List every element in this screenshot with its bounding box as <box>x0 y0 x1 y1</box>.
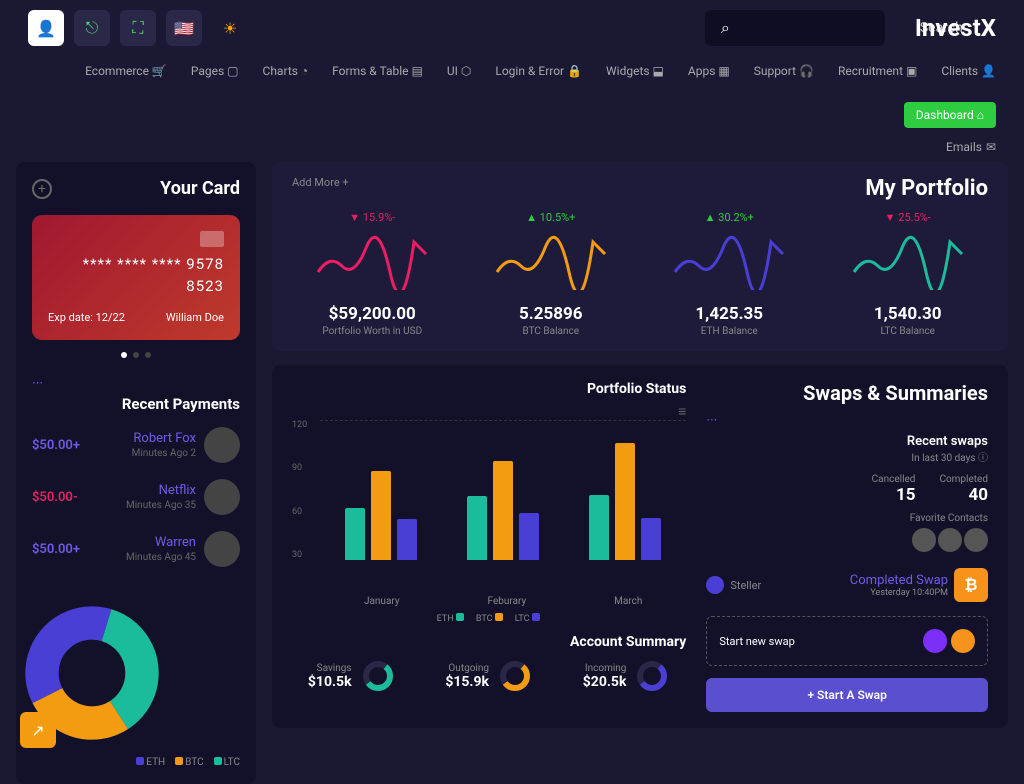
nav-apps[interactable]: Apps ▦ <box>688 64 730 78</box>
sparkline <box>491 230 611 290</box>
sparkline <box>312 230 432 290</box>
avatar[interactable] <box>912 528 936 552</box>
corner-action-button[interactable]: ↗ <box>20 712 56 748</box>
swaps-title: Swaps & Summaries <box>706 381 988 405</box>
bar[interactable] <box>467 496 487 560</box>
card-exp: Exp date: 12/22 <box>48 311 125 324</box>
nav-widgets[interactable]: Widgets ⬓ <box>606 64 664 78</box>
portfolio-item[interactable]: ▲ 10.5%+5.25896BTC Balance <box>471 211 632 337</box>
card-extra: 8523 <box>48 277 224 295</box>
brand-logo: InvestX <box>915 14 996 42</box>
fav-contacts-label: Favorite Contacts <box>706 513 988 524</box>
card-number: **** **** **** 9578 <box>48 255 224 273</box>
bitcoin-icon: ₿ <box>954 568 988 602</box>
eth-icon <box>923 629 947 653</box>
bar-group <box>589 443 661 560</box>
card-name: William Doe <box>166 311 224 324</box>
stat: Completed40 <box>939 474 988 505</box>
payment-row[interactable]: $50.00+Robert FoxMinutes Ago 2 <box>32 427 240 463</box>
new-swap-box[interactable]: Start new swap <box>706 616 988 666</box>
nav-forms-table[interactable]: Forms & Table ▤ <box>332 64 423 78</box>
add-card-icon[interactable]: + <box>32 179 52 199</box>
mini-donut <box>360 658 396 694</box>
bar[interactable] <box>493 461 513 560</box>
btc-icon <box>951 629 975 653</box>
nav-ui[interactable]: UI ⬡ <box>447 64 472 78</box>
portfolio-item[interactable]: ▲ 30.2%+1,425.35ETH Balance <box>649 211 810 337</box>
sparkline <box>669 230 789 290</box>
payment-row[interactable]: $50.00+WarrenMinutes Ago 45 <box>32 531 240 567</box>
nav-dashboard[interactable]: Dashboard ⌂ <box>904 102 996 128</box>
search-icon: ⌕ <box>721 18 730 38</box>
bar[interactable] <box>615 443 635 560</box>
bar[interactable] <box>589 495 609 560</box>
portfolio-item[interactable]: ▼ 15.9%-$59,200.00Portfolio Worth in USD <box>292 211 453 337</box>
search-box[interactable]: ⌕ Search <box>705 10 885 46</box>
card-chip-icon <box>200 231 224 247</box>
bar[interactable] <box>641 518 661 560</box>
start-swap-button[interactable]: + Start A Swap <box>706 678 988 712</box>
nav-pages[interactable]: Pages ▢ <box>191 64 239 78</box>
bar[interactable] <box>371 471 391 560</box>
credit-card[interactable]: **** **** **** 9578 8523 Exp date: 12/22… <box>32 215 240 340</box>
account-item[interactable]: Savings$10.5k <box>308 658 396 694</box>
nav-clients[interactable]: Clients 👤 <box>941 64 996 78</box>
recent-swaps-label: Recent swaps <box>706 434 988 449</box>
nav-ecommerce[interactable]: Ecommerce 🛒 <box>85 64 167 78</box>
mini-donut <box>634 658 670 694</box>
account-summary-title: Account Summary <box>292 634 686 650</box>
sparkline <box>848 230 968 290</box>
tune-icon[interactable]: ⎋ <box>74 10 110 46</box>
nav-login-error[interactable]: Login & Error 🔒 <box>495 64 582 78</box>
recent-swaps-sub: In last 30 days ⓘ <box>706 449 988 464</box>
nav-charts[interactable]: Charts ◔ <box>263 64 309 78</box>
card-title: Your Card <box>160 178 240 199</box>
fullscreen-icon[interactable]: ⛶ <box>120 10 156 46</box>
flag-icon[interactable]: 🇺🇸 <box>166 10 202 46</box>
portfolio-title: My Portfolio <box>865 176 988 201</box>
account-item[interactable]: Incoming$20.5k <box>583 658 671 694</box>
search-input[interactable] <box>742 21 908 36</box>
avatar <box>204 479 240 515</box>
payments-title: Recent Payments <box>32 395 240 413</box>
swap-status: Completed Swap <box>850 573 948 588</box>
nav-recruitment[interactable]: Recruitment ▣ <box>838 64 917 78</box>
chart-title: Portfolio Status <box>292 381 686 397</box>
swap-time: Yesterday 10:40PM <box>850 588 948 598</box>
avatar[interactable] <box>938 528 962 552</box>
bar-group <box>345 471 417 560</box>
menu-icon[interactable]: ≡ <box>292 403 686 420</box>
avatar[interactable] <box>964 528 988 552</box>
bar[interactable] <box>345 508 365 561</box>
stat: Cancelled15 <box>872 474 916 505</box>
nav-emails[interactable]: Emails ✉ <box>946 140 996 154</box>
stellar-icon <box>706 576 724 594</box>
bar[interactable] <box>397 519 417 560</box>
payment-row[interactable]: $50.00-NetflixMinutes Ago 35 <box>32 479 240 515</box>
bar[interactable] <box>519 513 539 560</box>
theme-icon[interactable]: ☀ <box>212 10 248 46</box>
mini-donut <box>497 658 533 694</box>
bar-group <box>467 461 539 560</box>
avatar-icon[interactable]: 👤 <box>28 10 64 46</box>
account-item[interactable]: Outgoing$15.9k <box>445 658 533 694</box>
add-more-link[interactable]: Add More + <box>292 176 349 201</box>
nav-support[interactable]: Support 🎧 <box>754 64 814 78</box>
portfolio-item[interactable]: ▼ 25.5%-1,540.30LTC Balance <box>828 211 989 337</box>
avatar <box>204 427 240 463</box>
avatar <box>204 531 240 567</box>
